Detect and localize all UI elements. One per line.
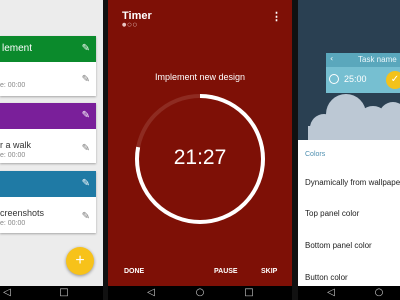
task-item-label: r a walk: [0, 140, 32, 150]
skip-button[interactable]: SKIP: [261, 268, 277, 275]
option-dynamic-wallpaper[interactable]: Dynamically from wallpaper: [305, 178, 400, 187]
card-title: lement: [2, 43, 33, 54]
section-header: Colors: [305, 151, 326, 158]
recents-icon[interactable]: □: [57, 287, 71, 299]
edit-icon[interactable]: ✎: [82, 74, 90, 85]
clock-icon: [329, 74, 339, 84]
settings-screen: ‹ Task name 25:00 ✓ Colors Dynamically f…: [298, 0, 400, 300]
edit-icon[interactable]: ✎: [82, 211, 90, 222]
card-header: ✎: [0, 171, 96, 197]
back-icon[interactable]: ◁: [324, 287, 338, 299]
home-icon[interactable]: ○: [193, 287, 207, 299]
task-card[interactable]: ✎ r a walk e: 00:00 ✎: [0, 103, 96, 163]
home-icon[interactable]: ○: [372, 287, 386, 299]
preview-panel: 25:00 ✓: [326, 67, 400, 93]
task-list-screen: lement ✎ e: 00:00 ✎ ✎ r a walk e: 00:00 …: [0, 0, 103, 300]
back-icon[interactable]: ◁: [144, 287, 158, 299]
task-item-label: creenshots: [0, 208, 45, 218]
back-icon[interactable]: ◁: [0, 287, 14, 299]
edit-icon[interactable]: ✎: [82, 143, 90, 154]
edit-icon[interactable]: ✎: [82, 43, 90, 54]
preview-time: 25:00: [344, 74, 367, 84]
preview-toolbar: ‹ Task name: [326, 53, 400, 67]
edit-icon[interactable]: ✎: [82, 110, 90, 121]
back-arrow-icon[interactable]: ‹: [330, 54, 333, 63]
nav-bar: ◁ □: [0, 286, 103, 300]
option-top-panel-color[interactable]: Top panel color: [305, 209, 359, 218]
task-card[interactable]: lement ✎ e: 00:00 ✎: [0, 36, 96, 96]
task-item-time: e: 00:00: [0, 220, 26, 227]
pause-button[interactable]: PAUSE: [214, 268, 238, 275]
task-card[interactable]: ✎ creenshots e: 00:00 ✎: [0, 171, 96, 233]
edit-icon[interactable]: ✎: [82, 178, 90, 189]
check-icon[interactable]: ✓: [386, 71, 400, 89]
recents-icon[interactable]: □: [242, 287, 256, 299]
time-remaining: 21:27: [173, 146, 227, 169]
preview-area: ‹ Task name 25:00 ✓: [298, 0, 400, 140]
add-task-button[interactable]: +: [66, 247, 94, 275]
option-bottom-panel-color[interactable]: Bottom panel color: [305, 241, 372, 250]
done-button[interactable]: DONE: [124, 268, 144, 275]
task-item-time: e: 00:00: [0, 152, 26, 159]
card-header: lement ✎: [0, 36, 96, 62]
timer-screen: Timer ●○○ ⋮ Implement new design 21:27 D…: [108, 0, 292, 300]
task-item-time: e: 00:00: [0, 82, 26, 89]
option-button-color[interactable]: Button color: [305, 273, 348, 282]
nav-bar: ◁ ○: [298, 286, 400, 300]
nav-bar: ◁ ○ □: [108, 286, 292, 300]
preview-task-name: Task name: [358, 55, 397, 64]
card-header: ✎: [0, 103, 96, 129]
